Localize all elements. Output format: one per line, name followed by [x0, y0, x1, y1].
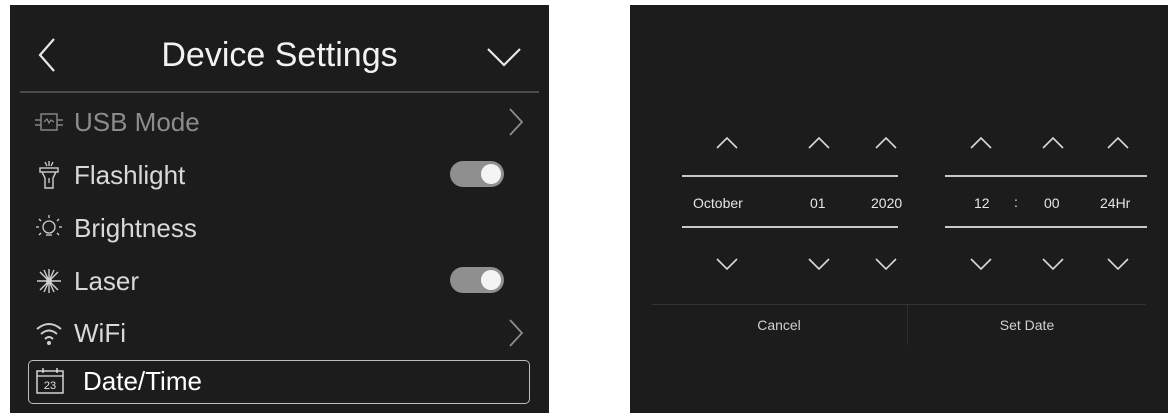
settings-item-laser[interactable]: Laser — [30, 259, 530, 303]
day-value[interactable]: 01 — [810, 194, 826, 212]
settings-item-label: Laser — [74, 266, 140, 296]
settings-item-label: Date/Time — [83, 366, 202, 396]
format-down-arrow-icon[interactable] — [1105, 256, 1131, 272]
cancel-button[interactable]: Cancel — [652, 308, 906, 342]
brightness-icon — [34, 214, 64, 242]
year-up-arrow-icon[interactable] — [873, 135, 899, 151]
date-picker-bottom-line — [682, 226, 898, 228]
year-value[interactable]: 2020 — [871, 194, 902, 212]
hour-value[interactable]: 12 — [974, 194, 990, 212]
flashlight-icon — [34, 161, 64, 189]
minute-value[interactable]: 00 — [1044, 194, 1060, 212]
flashlight-toggle[interactable] — [450, 161, 504, 187]
svg-text:23: 23 — [44, 380, 56, 392]
chevron-right-icon — [506, 317, 526, 349]
settings-item-brightness[interactable]: Brightness — [30, 206, 530, 250]
settings-item-date-time[interactable]: 23 Date/Time — [28, 360, 530, 404]
settings-item-label: Brightness — [74, 213, 197, 243]
button-row-divider — [652, 304, 1146, 305]
settings-item-label: USB Mode — [74, 107, 200, 137]
wifi-icon — [34, 319, 64, 347]
month-down-arrow-icon[interactable] — [714, 256, 740, 272]
format-up-arrow-icon[interactable] — [1105, 135, 1131, 151]
laser-icon — [34, 267, 64, 295]
settings-item-label: Flashlight — [74, 160, 186, 190]
device-settings-panel: Device Settings USB Mode Flashlight Brig… — [10, 5, 549, 413]
set-date-button[interactable]: Set Date — [908, 308, 1146, 342]
settings-item-label: WiFi — [74, 318, 126, 348]
time-picker-top-line — [945, 175, 1147, 177]
toggle-knob — [481, 270, 501, 290]
time-format-value[interactable]: 24Hr — [1100, 194, 1130, 212]
laser-toggle[interactable] — [450, 267, 504, 293]
year-down-arrow-icon[interactable] — [873, 256, 899, 272]
month-value[interactable]: October — [693, 194, 743, 212]
chevron-right-icon — [506, 106, 526, 138]
toggle-knob — [481, 164, 501, 184]
settings-item-flashlight[interactable]: Flashlight — [30, 153, 530, 197]
settings-item-wifi[interactable]: WiFi — [30, 311, 530, 355]
date-picker-top-line — [682, 175, 898, 177]
usb-mode-icon — [34, 108, 64, 136]
header-divider — [20, 91, 539, 93]
time-separator: : — [1014, 194, 1018, 210]
back-chevron-icon[interactable] — [34, 35, 60, 75]
page-title: Device Settings — [161, 36, 398, 74]
chevron-down-icon[interactable] — [484, 41, 524, 71]
day-up-arrow-icon[interactable] — [806, 135, 832, 151]
hour-down-arrow-icon[interactable] — [968, 256, 994, 272]
date-picker-panel: October 01 2020 12 : 00 24Hr Cancel Set … — [630, 5, 1168, 413]
minute-up-arrow-icon[interactable] — [1040, 135, 1066, 151]
time-picker-bottom-line — [945, 226, 1147, 228]
day-down-arrow-icon[interactable] — [806, 256, 832, 272]
hour-up-arrow-icon[interactable] — [968, 135, 994, 151]
settings-item-usb-mode[interactable]: USB Mode — [30, 100, 530, 144]
month-up-arrow-icon[interactable] — [714, 135, 740, 151]
calendar-icon: 23 — [35, 367, 65, 395]
minute-down-arrow-icon[interactable] — [1040, 256, 1066, 272]
